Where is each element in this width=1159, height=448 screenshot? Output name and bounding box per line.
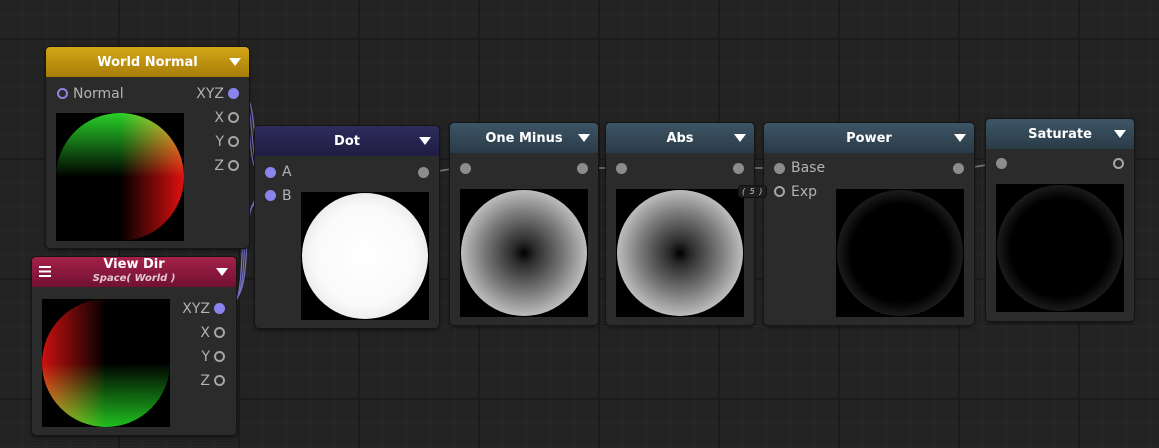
xyz-output-port[interactable] [214, 303, 225, 314]
world-normal-preview [56, 113, 184, 241]
exp-input-label: Exp [791, 184, 818, 200]
menu-icon[interactable] [39, 266, 51, 277]
power-title: Power [846, 130, 892, 146]
dropdown-arrow-icon[interactable] [578, 134, 590, 142]
y-output-port[interactable] [214, 351, 225, 362]
abs-input-port[interactable] [616, 163, 627, 174]
view-dir-header[interactable]: View Dir Space( World ) [32, 257, 236, 287]
dropdown-arrow-icon[interactable] [1114, 130, 1126, 138]
y-output-label: Y [215, 134, 224, 150]
exp-input-port[interactable] [774, 186, 785, 197]
xyz-output-port[interactable] [228, 88, 239, 99]
saturate-title: Saturate [1028, 126, 1092, 142]
one-minus-header[interactable]: One Minus [450, 123, 598, 153]
abs-preview [616, 189, 744, 317]
world-normal-node[interactable]: World Normal Normal XYZ X Y Z [46, 47, 249, 248]
base-input-label: Base [791, 160, 826, 176]
view-dir-subtitle: Space( World ) [92, 273, 176, 284]
abs-node[interactable]: Abs [606, 123, 754, 325]
normal-sphere [56, 113, 184, 241]
abs-title: Abs [666, 130, 694, 146]
world-normal-header[interactable]: World Normal [46, 47, 249, 77]
one-minus-node[interactable]: One Minus [450, 123, 598, 325]
x-output-port[interactable] [228, 112, 239, 123]
z-output-port[interactable] [214, 375, 225, 386]
saturate-node[interactable]: Saturate [986, 119, 1134, 321]
power-node[interactable]: Power Base Exp [764, 123, 974, 325]
dot-node[interactable]: Dot A B [255, 126, 439, 328]
abs-output-port[interactable] [733, 163, 744, 174]
power-header[interactable]: Power [764, 123, 974, 153]
y-output-label: Y [201, 349, 210, 365]
dot-title: Dot [334, 133, 360, 149]
y-output-port[interactable] [228, 136, 239, 147]
one-minus-input-port[interactable] [460, 163, 471, 174]
dropdown-arrow-icon[interactable] [229, 58, 241, 66]
x-output-label: X [200, 325, 210, 341]
power-preview [836, 189, 964, 317]
x-output-label: X [214, 110, 224, 126]
normal-input-label: Normal [73, 86, 124, 102]
abs-sphere [617, 190, 743, 316]
a-input-label: A [282, 164, 292, 180]
viewdir-sphere [42, 299, 170, 427]
x-output-port[interactable] [214, 327, 225, 338]
one-minus-preview [460, 189, 588, 317]
a-input-port[interactable] [265, 167, 276, 178]
z-output-label: Z [214, 158, 224, 174]
exp-value-badge[interactable]: ( 5 ) [739, 186, 767, 197]
z-output-port[interactable] [228, 160, 239, 171]
dropdown-arrow-icon[interactable] [419, 137, 431, 145]
saturate-sphere [997, 185, 1123, 311]
z-output-label: Z [200, 373, 210, 389]
one-minus-sphere [461, 190, 587, 316]
view-dir-title: View Dir [103, 257, 165, 272]
one-minus-output-port[interactable] [577, 163, 588, 174]
b-input-port[interactable] [265, 190, 276, 201]
dropdown-arrow-icon[interactable] [216, 268, 228, 276]
b-input-label: B [282, 188, 292, 204]
normal-input-port[interactable] [57, 88, 68, 99]
saturate-output-port[interactable] [1113, 158, 1124, 169]
dot-header[interactable]: Dot [255, 126, 439, 156]
abs-header[interactable]: Abs [606, 123, 754, 153]
xyz-output-label: XYZ [196, 86, 224, 102]
power-output-port[interactable] [953, 163, 964, 174]
dot-preview [301, 192, 429, 320]
saturate-header[interactable]: Saturate [986, 119, 1134, 149]
dropdown-arrow-icon[interactable] [954, 134, 966, 142]
one-minus-title: One Minus [485, 130, 563, 146]
power-sphere [837, 190, 963, 316]
saturate-preview [996, 184, 1124, 312]
view-dir-node[interactable]: View Dir Space( World ) XYZ X Y Z [32, 257, 236, 435]
world-normal-title: World Normal [97, 54, 198, 70]
view-dir-preview [42, 299, 170, 427]
base-input-port[interactable] [774, 163, 785, 174]
dropdown-arrow-icon[interactable] [734, 134, 746, 142]
dot-sphere [302, 193, 428, 319]
saturate-input-port[interactable] [996, 158, 1007, 169]
xyz-output-label: XYZ [182, 301, 210, 317]
dot-output-port[interactable] [418, 167, 429, 178]
